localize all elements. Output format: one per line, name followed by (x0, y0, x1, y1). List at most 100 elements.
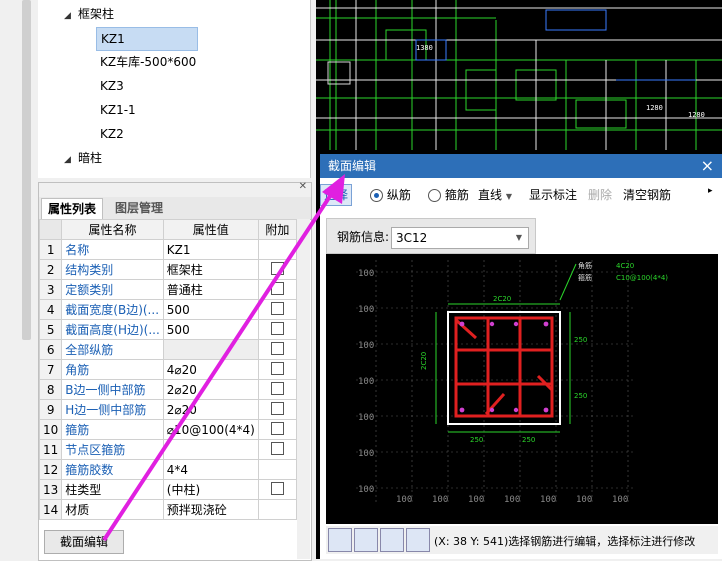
property-name: 定额类别 (61, 279, 164, 300)
table-row[interactable]: 7 角筋 4⌀20 (38, 359, 298, 380)
ruler-label: 100 (432, 495, 448, 505)
extra-checkbox[interactable] (270, 281, 284, 295)
property-value[interactable]: 普通柱 (162, 279, 259, 300)
snap-ortho-icon[interactable] (328, 528, 352, 552)
tab-layers[interactable]: 图层管理 (109, 198, 169, 218)
left-scrollbar[interactable] (22, 0, 31, 340)
ruler-label: 100 (576, 495, 592, 505)
header-value: 属性值 (162, 219, 259, 240)
extra-checkbox[interactable] (270, 441, 284, 455)
table-row[interactable]: 11 节点区箍筋 (38, 439, 298, 460)
table-row[interactable]: 1 名称 KZ1 (38, 239, 298, 260)
property-value[interactable]: KZ1 (162, 239, 259, 260)
property-extra (257, 439, 298, 460)
property-tabs: 属性列表 图层管理 (39, 197, 311, 220)
tree-item[interactable]: KZ1 (96, 27, 198, 51)
property-value[interactable]: 2⌀20 (162, 399, 259, 420)
tab-properties[interactable]: 属性列表 (41, 198, 104, 219)
property-extra (257, 419, 298, 440)
table-row[interactable]: 4 截面宽度(B边)(... 500 (38, 299, 298, 320)
clear-rebar-button[interactable]: 清空钢筋 (623, 186, 671, 203)
tree-item[interactable]: KZ2 (96, 123, 124, 145)
svg-text:1280: 1280 (688, 111, 705, 119)
line-type-dropdown[interactable]: 直线 ▼ (478, 186, 512, 203)
extra-checkbox[interactable] (270, 421, 284, 435)
close-icon[interactable]: × (701, 154, 714, 178)
rebar-info-select[interactable]: 3C12 ▼ (391, 227, 529, 249)
rebar-info-panel: 钢筋信息: 3C12 ▼ (326, 218, 536, 254)
table-row[interactable]: 9 H边一侧中部筋 2⌀20 (38, 399, 298, 420)
stirrup-label: 箍筋 (578, 273, 592, 282)
component-tree: ◢ 框架柱 KZ1 KZ车库-500*600 KZ3 KZ1-1 KZ2 ◢ 暗柱 (38, 0, 348, 178)
property-extra (257, 399, 298, 420)
property-extra (257, 299, 298, 320)
table-row[interactable]: 13 柱类型 (中柱) (38, 479, 298, 500)
property-panel: ✕ 属性列表 图层管理 属性名称 属性值 附加 1 名称 KZ1 2 结构类别 框架柱 3 定… (38, 181, 312, 561)
tree-group[interactable]: ◢ 框架柱 (64, 3, 114, 25)
tree-item-label: KZ2 (100, 127, 124, 141)
extra-checkbox[interactable] (270, 301, 284, 315)
property-value[interactable]: (中柱) (162, 479, 259, 500)
property-name: 全部纵筋 (61, 339, 164, 360)
table-row[interactable]: 10 箍筋 ⌀10@100(4*4) (38, 419, 298, 440)
extra-checkbox[interactable] (270, 361, 284, 375)
extra-checkbox[interactable] (270, 481, 284, 495)
extra-checkbox[interactable] (270, 261, 284, 275)
extra-checkbox[interactable] (270, 381, 284, 395)
property-value[interactable]: 预拌现浇砼 (162, 499, 259, 520)
extra-checkbox[interactable] (270, 321, 284, 335)
header-name: 属性名称 (61, 219, 164, 240)
table-row[interactable]: 2 结构类别 框架柱 (38, 259, 298, 280)
property-value[interactable]: 2⌀20 (162, 379, 259, 400)
property-scrollbar[interactable] (297, 219, 310, 559)
property-name: 箍筋 (61, 419, 164, 440)
property-name: 节点区箍筋 (61, 439, 164, 460)
property-table: 属性名称 属性值 附加 1 名称 KZ1 2 结构类别 框架柱 3 定额类别 普通柱 4 截面宽度(… (38, 219, 298, 520)
panel-close-icon[interactable]: ✕ (299, 181, 307, 192)
tree-item[interactable]: KZ3 (96, 75, 124, 97)
radio-stirrup[interactable]: 箍筋 (428, 186, 469, 203)
snap-axis-icon[interactable] (380, 528, 404, 552)
rebar-info-label: 钢筋信息: (337, 230, 390, 244)
property-name: 截面高度(H边)(... (61, 319, 164, 340)
table-row[interactable]: 5 截面高度(H边)(... 500 (38, 319, 298, 340)
select-button[interactable]: 选择 (320, 184, 353, 206)
table-row[interactable]: 8 B边一侧中部筋 2⌀20 (38, 379, 298, 400)
table-row[interactable]: 14 材质 预拌现浇砼 (38, 499, 298, 520)
section-edit-button[interactable]: 截面编辑 (44, 530, 124, 554)
tree-item[interactable]: KZ1-1 (96, 99, 136, 121)
show-labels-button[interactable]: 显示标注 (529, 186, 577, 203)
property-value[interactable]: 500 (162, 319, 259, 340)
section-canvas[interactable]: 100 100 100 100 100 100 100 100 100 100 … (326, 254, 718, 524)
property-value[interactable]: ⌀10@100(4*4) (162, 419, 259, 440)
extra-checkbox[interactable] (270, 401, 284, 415)
expand-icon[interactable]: ◢ (64, 149, 78, 171)
table-row[interactable]: 3 定额类别 普通柱 (38, 279, 298, 300)
property-value[interactable]: 500 (162, 299, 259, 320)
property-name: 柱类型 (61, 479, 164, 500)
property-value[interactable]: 4⌀20 (162, 359, 259, 380)
tree-item-label: 框架柱 (78, 7, 115, 21)
property-name: 名称 (61, 239, 164, 260)
ruler-label: 100 (612, 495, 628, 505)
property-value[interactable]: 框架柱 (162, 259, 259, 280)
tree-group[interactable]: ◢ 暗柱 (64, 147, 102, 169)
property-name: 截面宽度(B边)(... (61, 299, 164, 320)
extra-checkbox[interactable] (270, 341, 284, 355)
delete-button[interactable]: 删除 (588, 186, 612, 203)
table-row[interactable]: 12 箍筋胶数 4*4 (38, 459, 298, 480)
dialog-toolbar: 选择 纵筋 箍筋 直线 ▼ 显示标注 删除 清空钢筋 ▸ (320, 182, 722, 208)
property-value[interactable]: 4*4 (162, 459, 259, 480)
property-extra (257, 379, 298, 400)
table-row[interactable]: 6 全部纵筋 (38, 339, 298, 360)
property-extra (257, 239, 298, 260)
more-icon[interactable]: ▸ (708, 186, 713, 196)
property-value[interactable] (162, 439, 259, 460)
property-name: 结构类别 (61, 259, 164, 280)
expand-icon[interactable]: ◢ (64, 5, 78, 27)
snap-dimension-icon[interactable] (406, 528, 430, 552)
snap-angle-icon[interactable] (354, 528, 378, 552)
property-value[interactable] (162, 339, 259, 360)
radio-longitudinal[interactable]: 纵筋 (370, 186, 411, 203)
tree-item[interactable]: KZ车库-500*600 (96, 51, 196, 73)
